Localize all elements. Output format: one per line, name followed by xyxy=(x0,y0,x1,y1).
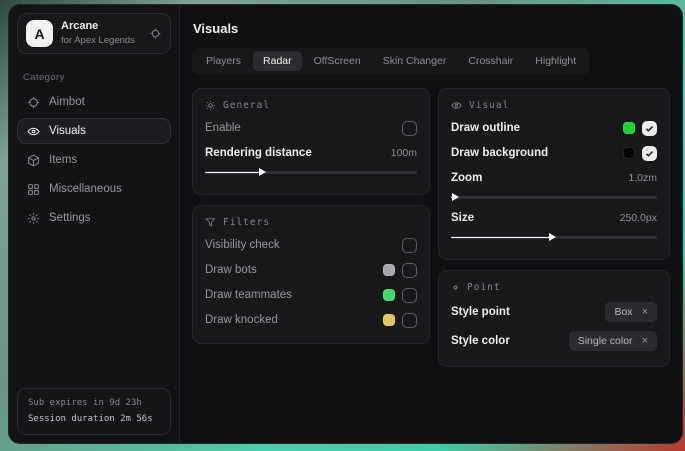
brand-settings-icon[interactable] xyxy=(149,27,162,40)
tab-players[interactable]: Players xyxy=(196,51,251,71)
zoom-slider[interactable] xyxy=(451,191,657,203)
cube-icon xyxy=(27,154,40,167)
sidebar-item-label: Settings xyxy=(49,212,91,224)
crosshair-icon xyxy=(27,96,40,109)
enable-row: Enable xyxy=(205,117,417,139)
slider-thumb[interactable] xyxy=(549,233,556,241)
zoom-row: Zoom 1.0zm xyxy=(451,167,657,189)
draw-bots-checkbox[interactable] xyxy=(402,263,417,278)
sidebar-item-miscellaneous[interactable]: Miscellaneous xyxy=(17,176,171,202)
sidebar-item-label: Aimbot xyxy=(49,96,85,108)
visibility-check-row: Visibility check xyxy=(205,234,417,256)
app-window: A Arcane for Apex Legends Category Aimbo… xyxy=(8,4,683,444)
style-color-tag[interactable]: Single color × xyxy=(569,331,657,351)
background-color-swatch[interactable] xyxy=(623,147,635,159)
visibility-check-checkbox[interactable] xyxy=(402,238,417,253)
sidebar-item-visuals[interactable]: Visuals xyxy=(17,118,171,144)
category-label: Category xyxy=(23,72,165,83)
sidebar: A Arcane for Apex Legends Category Aimbo… xyxy=(9,5,180,443)
enable-checkbox[interactable] xyxy=(402,121,417,136)
eye-icon xyxy=(27,125,40,138)
sidebar-item-label: Items xyxy=(49,154,77,166)
visuals-tabbar: Players Radar OffScreen Skin Changer Cro… xyxy=(192,48,590,74)
subscription-status-card: Sub expires in 9d 23h Session duration 2… xyxy=(17,388,171,435)
size-slider[interactable] xyxy=(451,231,657,243)
rendering-distance-slider[interactable] xyxy=(205,166,417,178)
size-value: 250.0px xyxy=(620,212,657,224)
filters-panel: Filters Visibility check Draw bots xyxy=(192,205,430,344)
panel-title: Point xyxy=(467,282,501,293)
rendering-distance-row: Rendering distance 100m xyxy=(205,142,417,164)
draw-teammates-row: Draw teammates xyxy=(205,284,417,306)
style-point-row: Style point Box × xyxy=(451,299,657,325)
sidebar-item-items[interactable]: Items xyxy=(17,147,171,173)
tab-highlight[interactable]: Highlight xyxy=(525,51,586,71)
draw-outline-checkbox[interactable] xyxy=(642,121,657,136)
enable-label: Enable xyxy=(205,122,402,134)
page-title: Visuals xyxy=(193,21,670,36)
gear-icon xyxy=(27,212,40,225)
dot-icon xyxy=(451,283,460,292)
session-duration-text: Session duration 2m 56s xyxy=(28,412,160,427)
close-icon[interactable]: × xyxy=(642,336,648,347)
draw-background-row: Draw background xyxy=(451,142,657,164)
sub-expires-text: Sub expires in 9d 23h xyxy=(28,396,160,411)
check-icon xyxy=(645,149,654,158)
visual-panel: Visual Draw outline Draw background xyxy=(438,88,670,260)
zoom-value: 1.0zm xyxy=(628,172,657,184)
brand-card: A Arcane for Apex Legends xyxy=(17,13,171,54)
point-panel: Point Style point Box × Style color Sing… xyxy=(438,270,670,367)
brand-title: Arcane xyxy=(61,20,141,33)
style-color-row: Style color Single color × xyxy=(451,328,657,354)
style-point-tag[interactable]: Box × xyxy=(605,302,657,322)
close-icon[interactable]: × xyxy=(642,307,648,318)
draw-teammates-checkbox[interactable] xyxy=(402,288,417,303)
tab-skin-changer[interactable]: Skin Changer xyxy=(373,51,457,71)
general-panel: General Enable Rendering distance 100m xyxy=(192,88,430,195)
main-content: Visuals Players Radar OffScreen Skin Cha… xyxy=(180,5,682,443)
panel-title: Visual xyxy=(469,100,509,111)
draw-knocked-checkbox[interactable] xyxy=(402,313,417,328)
outline-color-swatch[interactable] xyxy=(623,122,635,134)
check-icon xyxy=(645,124,654,133)
rendering-distance-value: 100m xyxy=(391,147,417,159)
slider-thumb[interactable] xyxy=(452,193,459,201)
tab-offscreen[interactable]: OffScreen xyxy=(304,51,371,71)
sidebar-item-label: Visuals xyxy=(49,125,86,137)
eye-icon xyxy=(451,100,462,111)
grid-icon xyxy=(27,183,40,196)
sidebar-item-settings[interactable]: Settings xyxy=(17,205,171,231)
panel-title: Filters xyxy=(223,217,270,228)
sun-icon xyxy=(205,100,216,111)
slider-thumb[interactable] xyxy=(259,168,266,176)
panel-title: General xyxy=(223,100,270,111)
knocked-color-swatch[interactable] xyxy=(383,314,395,326)
sidebar-item-label: Miscellaneous xyxy=(49,183,122,195)
draw-bots-row: Draw bots xyxy=(205,259,417,281)
sidebar-item-aimbot[interactable]: Aimbot xyxy=(17,89,171,115)
rendering-distance-label: Rendering distance xyxy=(205,147,383,159)
bots-color-swatch[interactable] xyxy=(383,264,395,276)
brand-subtitle: for Apex Legends xyxy=(61,35,141,46)
sidebar-nav: Aimbot Visuals Items Miscellaneous xyxy=(9,89,179,231)
draw-outline-row: Draw outline xyxy=(451,117,657,139)
brand-logo: A xyxy=(26,20,53,47)
size-row: Size 250.0px xyxy=(451,207,657,229)
tab-radar[interactable]: Radar xyxy=(253,51,302,71)
funnel-icon xyxy=(205,217,216,228)
teammates-color-swatch[interactable] xyxy=(383,289,395,301)
draw-background-checkbox[interactable] xyxy=(642,146,657,161)
draw-knocked-row: Draw knocked xyxy=(205,309,417,331)
tab-crosshair[interactable]: Crosshair xyxy=(458,51,523,71)
